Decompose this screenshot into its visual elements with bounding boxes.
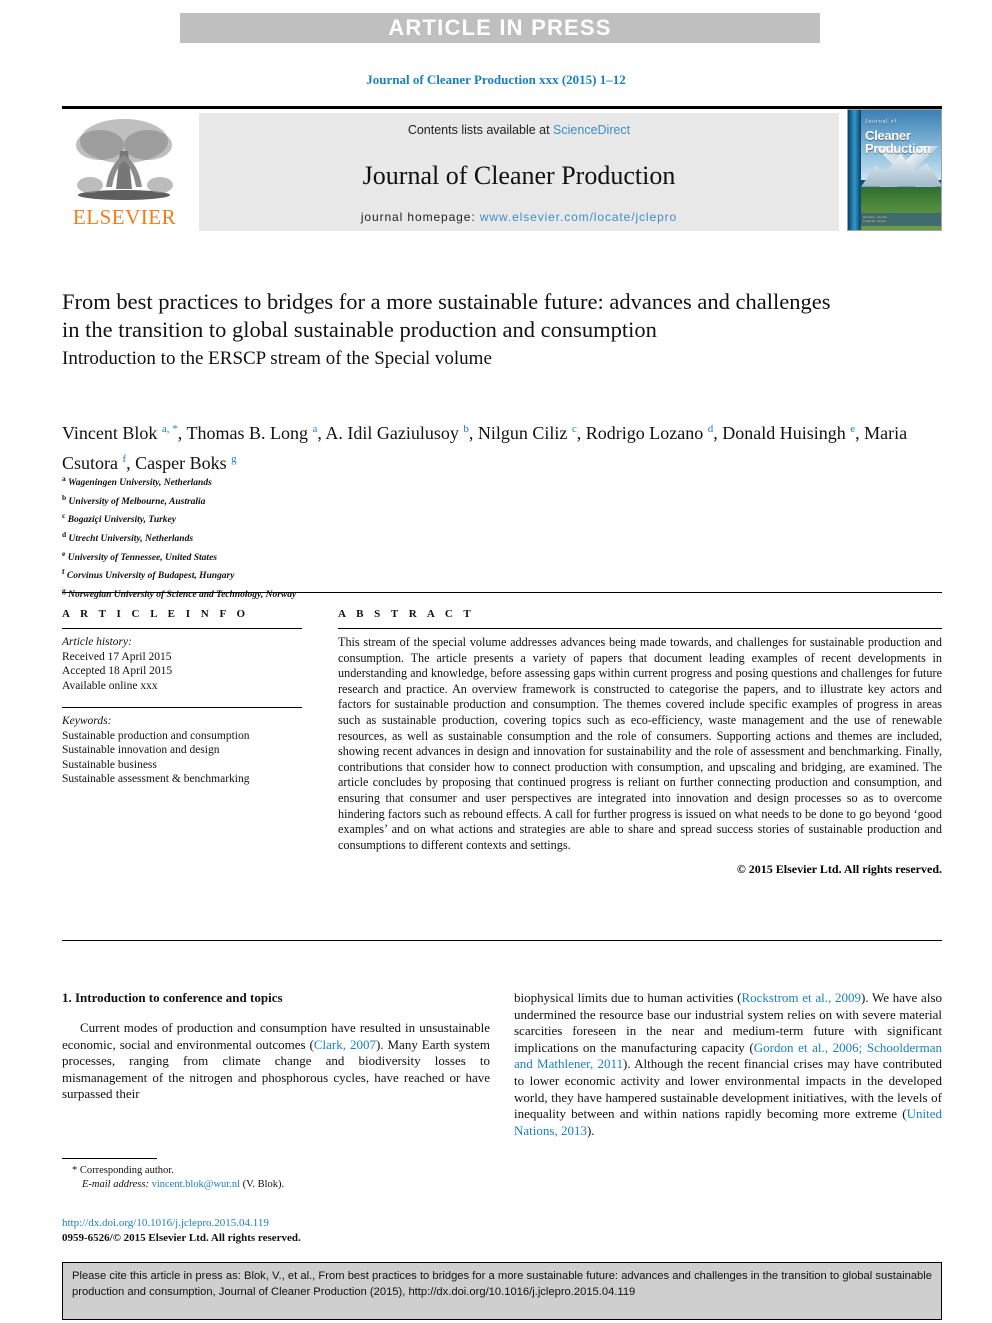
article-info-heading: A R T I C L E I N F O xyxy=(62,608,250,620)
footnote-block: * Corresponding author. E-mail address: … xyxy=(62,1158,490,1192)
page-title: From best practices to bridges for a mor… xyxy=(62,289,831,342)
affiliation-item: d Utrecht University, Netherlands xyxy=(62,528,562,547)
doi-block: http://dx.doi.org/10.1016/j.jclepro.2015… xyxy=(62,1216,490,1245)
body-text-run: biophysical limits due to human activiti… xyxy=(514,990,742,1005)
keywords-block: Keywords: Sustainable production and con… xyxy=(62,714,302,787)
author-separator: , xyxy=(855,423,865,443)
abstract-copyright: © 2015 Elsevier Ltd. All rights reserved… xyxy=(736,862,942,877)
affiliation-item: b University of Melbourne, Australia xyxy=(62,491,562,510)
author-name: Nilgun Ciliz xyxy=(477,423,572,443)
body-paragraph: Current modes of production and consumpt… xyxy=(62,1020,490,1103)
contents-prefix: Contents lists available at xyxy=(407,123,554,137)
body-paragraph: biophysical limits due to human activiti… xyxy=(514,990,942,1139)
page-subtitle: Introduction to the ERSCP stream of the … xyxy=(62,348,492,369)
cover-footer-text: ▪▪▪▪ ▪▪▪▪▪▪ ▪▪▪▪ ▪▪▪▪▪ ▪▪ ▪▪▪▪▪ ▪▪▪ ▪▪▪ ▪… xyxy=(863,215,887,223)
affiliation-text: Utrecht University, Netherlands xyxy=(66,534,194,545)
citation-box: Please cite this article in press as: Bl… xyxy=(62,1262,942,1320)
homepage-url-link[interactable]: www.elsevier.com/locate/jclepro xyxy=(480,210,677,224)
journal-cover-thumbnail: Journal of Cleaner Production ▪▪▪▪ ▪▪▪▪▪… xyxy=(847,109,942,231)
article-info-divider xyxy=(62,628,302,629)
author-name: Thomas B. Long xyxy=(186,423,313,443)
author-name: Vincent Blok xyxy=(62,423,162,443)
elsevier-logo: ELSEVIER xyxy=(62,113,187,231)
cover-pre-title: Journal of xyxy=(865,119,897,125)
citation-link-rockstrom[interactable]: Rockstrom et al., 2009 xyxy=(741,990,861,1005)
affiliation-list: a Wageningen University, Netherlands b Un… xyxy=(62,472,562,603)
email-label: E-mail address: xyxy=(82,1179,149,1190)
author-name: Casper Boks xyxy=(135,453,232,473)
homepage-prefix: journal homepage: xyxy=(360,210,480,224)
author-list: Vincent Blok a, *, Thomas B. Long a, A. … xyxy=(62,416,942,476)
journal-homepage-line: journal homepage: www.elsevier.com/locat… xyxy=(199,210,839,224)
author-affiliation-mark: g xyxy=(231,453,237,465)
abstract-bottom-rule xyxy=(62,940,942,941)
info-top-rule xyxy=(62,592,942,593)
journal-title: Journal of Cleaner Production xyxy=(362,161,676,190)
corresponding-author-line: * Corresponding author. xyxy=(72,1165,174,1176)
article-accepted-date: Accepted 18 April 2015 xyxy=(62,665,173,677)
elsevier-tree-icon xyxy=(76,119,173,200)
doi-link[interactable]: http://dx.doi.org/10.1016/j.jclepro.2015… xyxy=(62,1216,490,1231)
affiliation-item: a Wageningen University, Netherlands xyxy=(62,472,562,491)
author-separator: , xyxy=(468,423,478,443)
cover-spine xyxy=(848,110,861,230)
author-name: A. Idil Gaziulusoy xyxy=(325,423,464,443)
article-in-press-label: ARTICLE IN PRESS xyxy=(388,15,612,40)
affiliation-item: g Norwegian University of Science and Te… xyxy=(62,584,562,603)
abstract-column: A B S T R A C T This stream of the speci… xyxy=(338,608,942,877)
article-available-online: Available online xxx xyxy=(62,679,158,692)
keyword-item: Sustainable assessment & benchmarking xyxy=(62,773,250,785)
sciencedirect-link[interactable]: ScienceDirect xyxy=(553,123,630,137)
author-separator: , xyxy=(576,423,586,443)
affiliation-text: Corvinus University of Budapest, Hungary xyxy=(64,571,235,582)
cover-title: Journal of Cleaner Production xyxy=(865,116,941,155)
article-received-date: Received 17 April 2015 xyxy=(62,650,172,663)
elsevier-wordmark: ELSEVIER xyxy=(72,205,177,229)
article-history-label: Article history: xyxy=(62,636,132,648)
issn-copyright-line: 0959-6526/© 2015 Elsevier Ltd. All right… xyxy=(62,1231,301,1244)
abstract-text: This stream of the special volume addres… xyxy=(338,635,942,852)
affiliation-item: e University of Tennessee, United States xyxy=(62,547,562,566)
footnote-rule xyxy=(62,1158,157,1159)
keywords-divider xyxy=(62,707,302,708)
keyword-item: Sustainable innovation and design xyxy=(62,744,220,756)
affiliation-text: University of Melbourne, Australia xyxy=(66,496,206,507)
citation-link-clark[interactable]: Clark, 2007 xyxy=(314,1037,376,1052)
author-separator: , xyxy=(713,423,723,443)
masthead-center-panel: Contents lists available at ScienceDirec… xyxy=(199,113,839,231)
running-head: Journal of Cleaner Production xxx (2015)… xyxy=(366,72,626,87)
author-affiliation-mark: a, * xyxy=(161,423,178,435)
email-line: E-mail address: vincent.blok@wur.nl (V. … xyxy=(62,1178,490,1192)
email-link[interactable]: vincent.blok@wur.nl xyxy=(152,1179,240,1190)
email-suffix: (V. Blok). xyxy=(242,1179,285,1190)
article-history-block: Article history: Received 17 April 2015 … xyxy=(62,635,302,693)
keywords-label: Keywords: xyxy=(62,715,112,727)
keyword-item: Sustainable business xyxy=(62,758,157,771)
author-separator: , xyxy=(126,453,136,473)
title-block: From best practices to bridges for a mor… xyxy=(62,288,852,372)
affiliation-text: Wageningen University, Netherlands xyxy=(65,478,212,489)
body-column-right: biophysical limits due to human activiti… xyxy=(514,990,942,1139)
body-text-run: ). xyxy=(586,1122,595,1138)
affiliation-item: c Bogaziçi University, Turkey xyxy=(62,509,562,528)
abstract-heading: A B S T R A C T xyxy=(338,608,475,620)
article-info-column: A R T I C L E I N F O Article history: R… xyxy=(62,608,302,787)
author-name: Donald Huisingh xyxy=(722,423,851,443)
section-heading-introduction: 1. Introduction to conference and topics xyxy=(62,990,283,1005)
keyword-item: Sustainable production and consumption xyxy=(62,729,250,742)
affiliation-item: f Corvinus University of Budapest, Hunga… xyxy=(62,565,562,584)
cover-title-line2: Production xyxy=(865,141,931,156)
journal-masthead: ELSEVIER Contents lists available at Sci… xyxy=(62,106,942,231)
abstract-divider xyxy=(338,628,942,629)
author-name: Rodrigo Lozano xyxy=(585,423,708,443)
article-in-press-banner: ARTICLE IN PRESS xyxy=(180,13,820,43)
affiliation-text: University of Tennessee, United States xyxy=(65,552,217,563)
body-column-left: 1. Introduction to conference and topics… xyxy=(62,990,490,1103)
contents-lists-line: Contents lists available at ScienceDirec… xyxy=(199,123,839,137)
corresponding-author-note: * Corresponding author. E-mail address: … xyxy=(62,1164,490,1192)
affiliation-text: Bogaziçi University, Turkey xyxy=(65,515,176,526)
